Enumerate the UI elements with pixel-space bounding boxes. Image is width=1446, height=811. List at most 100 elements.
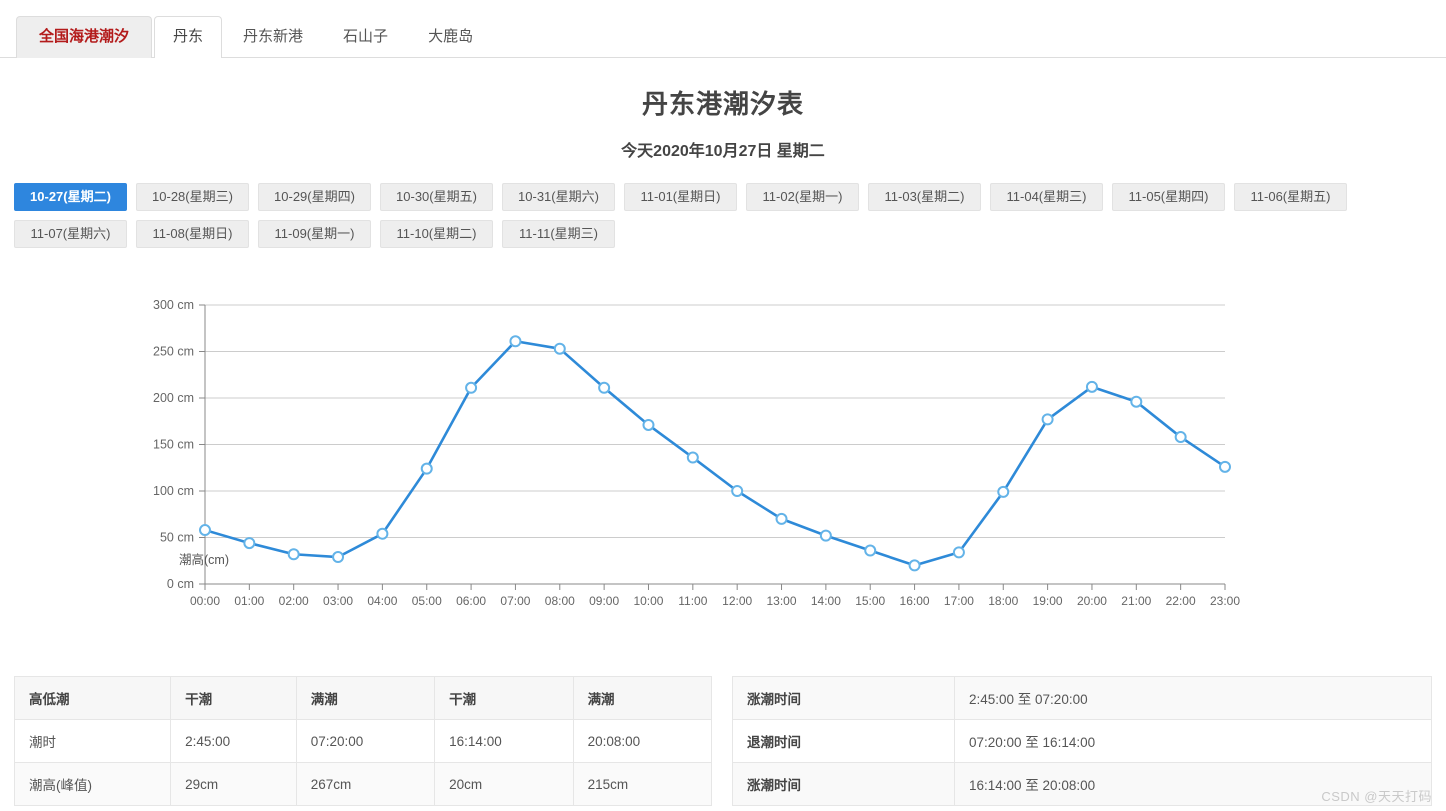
chart-x-tick-label: 00:00 bbox=[190, 594, 220, 608]
tide-line-chart-svg: 0 cm 50 cm 100 cm 150 cm 200 cm 250 cm 300 cm 0… bbox=[153, 298, 1240, 608]
chart-y-tick-label: 250 cm bbox=[153, 345, 194, 359]
table-row: 潮时 2:45:00 07:20:00 16:14:00 20:08:00 bbox=[13, 719, 713, 763]
date-selector-list: 10-27(星期二) 10-28(星期三) 10-29(星期四) 10-30(星期五)… bbox=[14, 183, 1434, 257]
tide-table-row-label: 潮时 bbox=[13, 719, 172, 763]
tide-data-point[interactable] bbox=[420, 462, 433, 475]
tide-data-point[interactable] bbox=[1041, 413, 1054, 426]
date-button-10[interactable]: 11-06(星期五) bbox=[1234, 183, 1347, 211]
tide-data-point[interactable] bbox=[1130, 395, 1143, 408]
date-button-4[interactable]: 10-31(星期六) bbox=[502, 183, 615, 211]
chart-x-tick-label: 12:00 bbox=[722, 594, 752, 608]
tide-table-header-0: 高低潮 bbox=[13, 676, 172, 720]
date-button-2[interactable]: 10-29(星期四) bbox=[258, 183, 371, 211]
tide-data-point[interactable] bbox=[332, 551, 345, 564]
date-button-0[interactable]: 10-27(星期二) bbox=[14, 183, 127, 211]
chart-y-tick-label: 200 cm bbox=[153, 391, 194, 405]
tide-table-cell: 267cm bbox=[295, 762, 436, 806]
date-button-5[interactable]: 11-01(星期日) bbox=[624, 183, 737, 211]
chart-x-tick-label: 21:00 bbox=[1121, 594, 1151, 608]
chart-x-tick-label: 15:00 bbox=[855, 594, 885, 608]
tide-data-point[interactable] bbox=[199, 524, 211, 537]
chart-y-tick-label: 50 cm bbox=[160, 531, 194, 545]
tab-1[interactable]: 丹东 bbox=[154, 16, 223, 58]
page-subtitle-today-date: 今天2020年10月27日 星期二 bbox=[621, 143, 825, 160]
tab-2[interactable]: 丹东新港 bbox=[224, 16, 322, 58]
tide-table-cell: 29cm bbox=[170, 762, 297, 806]
tab-3[interactable]: 石山子 bbox=[324, 16, 407, 58]
chart-x-tick-label: 22:00 bbox=[1166, 594, 1196, 608]
chart-x-tick-label: 05:00 bbox=[412, 594, 442, 608]
tide-table-cell: 20cm bbox=[434, 762, 574, 806]
tide-data-point[interactable] bbox=[465, 381, 478, 394]
chart-x-tick-label: 08:00 bbox=[545, 594, 575, 608]
date-button-9[interactable]: 11-05(星期四) bbox=[1112, 183, 1225, 211]
tide-table-header-2: 满潮 bbox=[295, 676, 436, 720]
date-button-8[interactable]: 11-04(星期三) bbox=[990, 183, 1103, 211]
chart-x-tick-label: 06:00 bbox=[456, 594, 486, 608]
chart-x-tick-label: 14:00 bbox=[811, 594, 841, 608]
date-button-7[interactable]: 11-03(星期二) bbox=[868, 183, 981, 211]
page-title: 丹东港潮汐表 bbox=[641, 89, 804, 119]
chart-x-tick-label: 07:00 bbox=[500, 594, 530, 608]
tide-data-point[interactable] bbox=[775, 512, 788, 525]
tide-data-point[interactable] bbox=[1085, 380, 1098, 393]
period-table-row-label: 涨潮时间 bbox=[732, 676, 955, 720]
tide-table-header-3: 干潮 bbox=[434, 676, 574, 720]
chart-y-tick-label: 150 cm bbox=[153, 438, 194, 452]
table-row: 退潮时间 07:20:00 至 16:14:00 bbox=[732, 719, 1432, 763]
period-table-row-value: 2:45:00 至 07:20:00 bbox=[954, 676, 1432, 720]
table-row: 潮高(峰值) 29cm 267cm 20cm 215cm bbox=[13, 762, 713, 806]
chart-x-tick-label: 19:00 bbox=[1033, 594, 1063, 608]
tide-data-point[interactable] bbox=[553, 342, 566, 355]
date-button-6[interactable]: 11-02(星期一) bbox=[746, 183, 859, 211]
tide-series-line bbox=[203, 339, 1227, 567]
period-table-row-value: 07:20:00 至 16:14:00 bbox=[954, 719, 1432, 763]
tide-table-cell: 16:14:00 bbox=[434, 719, 574, 763]
tide-data-point[interactable] bbox=[864, 544, 877, 557]
tide-data-point[interactable] bbox=[376, 527, 389, 540]
table-row: 涨潮时间 2:45:00 至 07:20:00 bbox=[732, 676, 1432, 720]
period-table-row-label: 涨潮时间 bbox=[732, 762, 955, 806]
tide-table-header-1: 干潮 bbox=[170, 676, 297, 720]
tide-data-point[interactable] bbox=[509, 335, 522, 348]
tide-data-point[interactable] bbox=[1219, 460, 1231, 473]
tide-data-point[interactable] bbox=[1174, 431, 1187, 444]
date-button-1[interactable]: 10-28(星期三) bbox=[136, 183, 249, 211]
tide-data-point[interactable] bbox=[819, 529, 832, 542]
date-button-13[interactable]: 11-09(星期一) bbox=[258, 220, 371, 248]
tide-data-point[interactable] bbox=[731, 485, 744, 497]
chart-x-tick-label: 11:00 bbox=[678, 594, 707, 608]
tide-data-point[interactable] bbox=[598, 381, 611, 394]
tide-data-point[interactable] bbox=[642, 418, 655, 431]
tab-4[interactable]: 大鹿岛 bbox=[409, 16, 492, 58]
date-button-12[interactable]: 11-08(星期日) bbox=[136, 220, 249, 248]
chart-y-axis-title: 潮高(cm) bbox=[179, 553, 229, 567]
site-tab-bar: 全国海港潮汐 丹东 丹东新港 石山子 大鹿岛 bbox=[0, 0, 1446, 58]
tide-data-point[interactable] bbox=[287, 548, 300, 561]
tide-table-cell: 20:08:00 bbox=[572, 719, 713, 763]
csdn-watermark: CSDN @天天打码 bbox=[1321, 789, 1432, 804]
tab-0[interactable]: 全国海港潮汐 bbox=[16, 16, 153, 58]
tide-data-point[interactable] bbox=[908, 559, 921, 572]
chart-y-tick-label: 100 cm bbox=[153, 484, 194, 498]
chart-y-tick-label: 300 cm bbox=[153, 298, 194, 312]
table-header-row: 高低潮 干潮 满潮 干潮 满潮 bbox=[13, 676, 713, 720]
chart-x-tick-label: 03:00 bbox=[323, 594, 353, 608]
chart-x-tick-label: 02:00 bbox=[279, 594, 309, 608]
date-button-14[interactable]: 11-10(星期二) bbox=[380, 220, 493, 248]
chart-y-tick-label: 0 cm bbox=[167, 577, 194, 591]
chart-x-tick-label: 10:00 bbox=[633, 594, 663, 608]
date-button-3[interactable]: 10-30(星期五) bbox=[380, 183, 493, 211]
tide-data-point[interactable] bbox=[997, 485, 1010, 498]
chart-x-tick-label: 16:00 bbox=[900, 594, 930, 608]
date-button-11[interactable]: 11-07(星期六) bbox=[14, 220, 127, 248]
tide-data-point[interactable] bbox=[686, 451, 699, 464]
tide-data-point[interactable] bbox=[243, 537, 256, 550]
chart-x-tick-label: 09:00 bbox=[589, 594, 619, 608]
tide-table-row-label: 潮高(峰值) bbox=[13, 762, 172, 806]
tide-peaks-table: 高低潮 干潮 满潮 干潮 满潮 潮时 2:45:00 07:20:00 16:14:00 20:… bbox=[13, 676, 713, 806]
chart-x-tick-label: 01:00 bbox=[234, 594, 264, 608]
date-button-15[interactable]: 11-11(星期三) bbox=[502, 220, 615, 248]
chart-x-tick-label: 17:00 bbox=[944, 594, 974, 608]
tide-data-point[interactable] bbox=[952, 546, 965, 559]
